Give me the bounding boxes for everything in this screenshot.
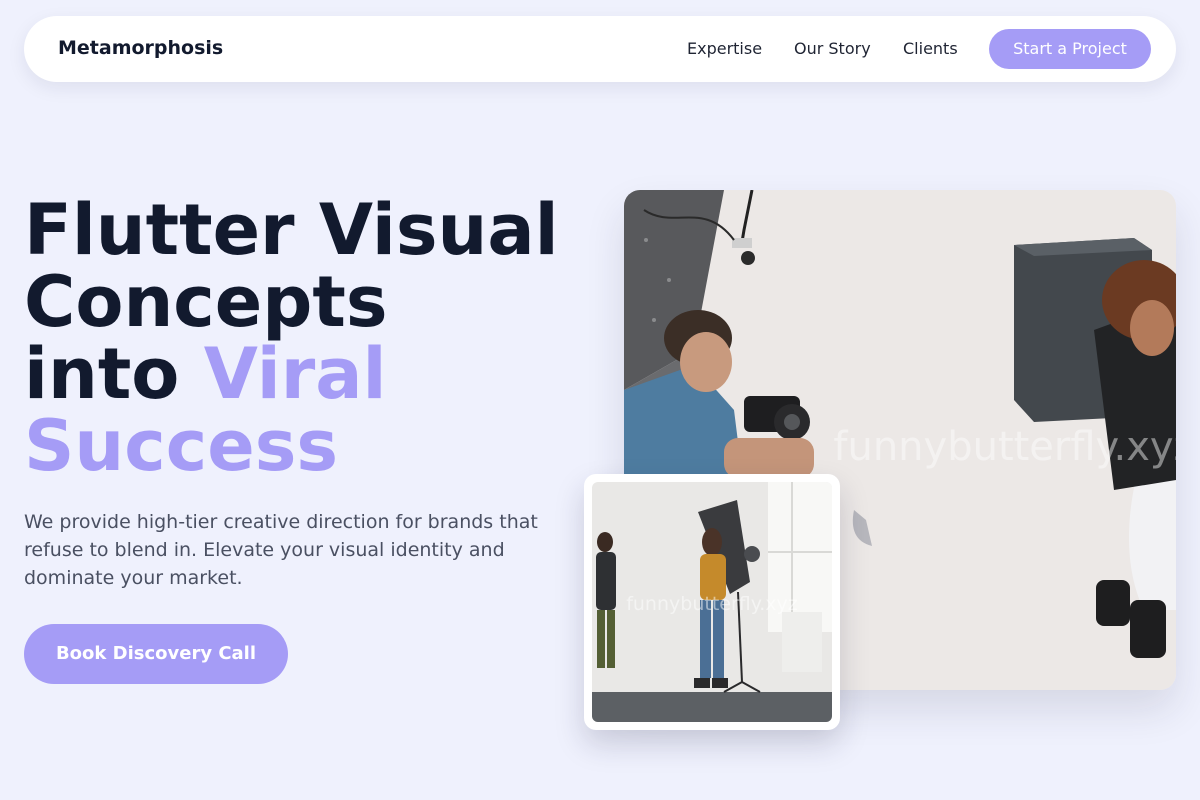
book-discovery-call-button[interactable]: Book Discovery Call xyxy=(24,624,288,684)
inset-photo-card: funnybutterfly.xyz xyxy=(584,474,840,730)
nav-link-our-story[interactable]: Our Story xyxy=(794,39,871,58)
nav-link-clients[interactable]: Clients xyxy=(903,39,958,58)
headline-line-2: Concepts xyxy=(24,261,388,343)
headline-line-3: into Viral xyxy=(24,338,559,410)
nav-link-expertise[interactable]: Expertise xyxy=(687,39,762,58)
inset-photo-watermark: funnybutterfly.xyz xyxy=(626,593,798,615)
inset-photo-studio: funnybutterfly.xyz xyxy=(592,482,832,722)
start-project-button[interactable]: Start a Project xyxy=(989,29,1151,69)
headline-line-1: Flutter Visual xyxy=(24,189,559,271)
headline-accent-viral: Viral xyxy=(203,333,387,415)
hero-photo-watermark: funnybutterfly.xyz xyxy=(833,424,1176,470)
headline-into: into xyxy=(24,333,204,415)
top-navbar: Metamorphosis Expertise Our Story Client… xyxy=(24,16,1176,82)
hero-headline: Flutter Visual Concepts into Viral Succe… xyxy=(24,194,559,482)
inset-photo-illustration: funnybutterfly.xyz xyxy=(592,482,832,722)
headline-accent-success: Success xyxy=(24,405,339,487)
brand-logo-text[interactable]: Metamorphosis xyxy=(58,37,223,59)
hero-subtext: We provide high-tier creative direction … xyxy=(24,511,538,589)
